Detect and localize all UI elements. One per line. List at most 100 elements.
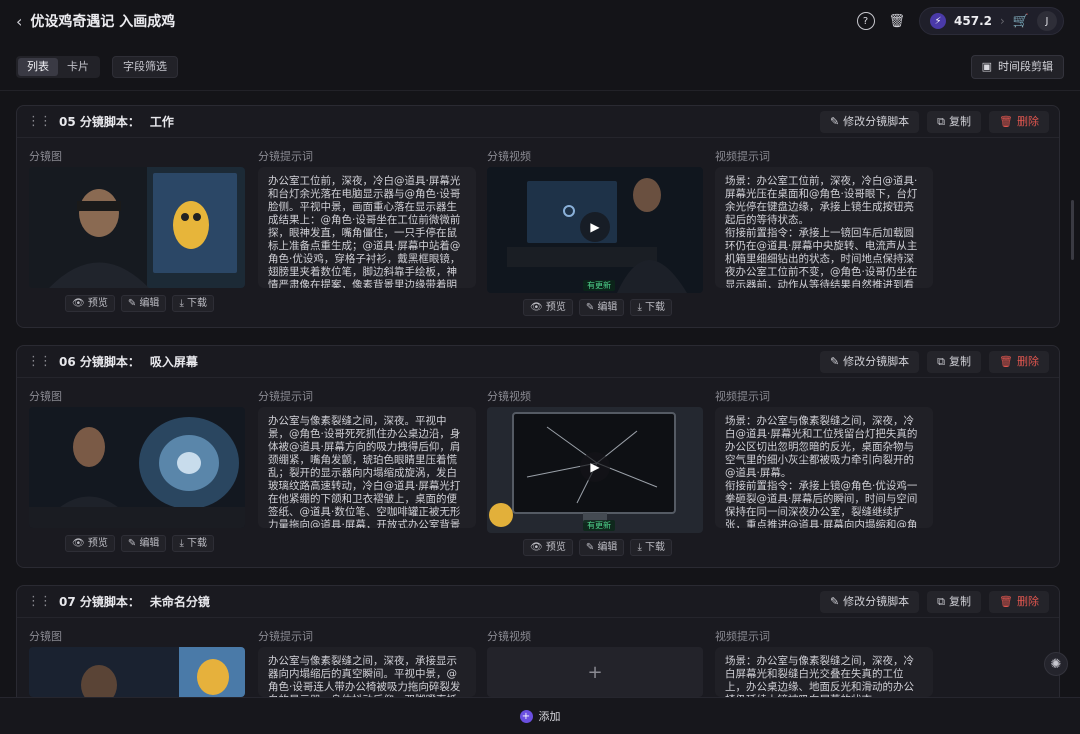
copy-icon: ⧉ [937, 114, 946, 128]
copy-button[interactable]: ⧉ 复制 [927, 110, 982, 133]
trash-icon: 🗑 [999, 594, 1013, 608]
edit-button[interactable]: ✎ 编辑 [120, 295, 167, 312]
updated-badge: 有更新 [583, 520, 615, 531]
download-button[interactable]: ⤓ 下载 [630, 299, 673, 316]
image-actions: 👁 预览 ✎ 编辑 ⤓ 下载 [65, 535, 215, 552]
delete-button[interactable]: 🗑 删除 [989, 110, 1049, 133]
edit-script-button[interactable]: ✎ 修改分镜脚本 [819, 590, 920, 613]
project-title: 优设鸡奇遇记 入画成鸡 [30, 14, 176, 30]
preview-button[interactable]: 👁 预览 [523, 539, 573, 556]
help-icon[interactable]: ? [856, 12, 875, 30]
preview-button[interactable]: 👁 预览 [65, 295, 115, 312]
view-switch: 列表 卡片 [16, 56, 100, 78]
scene-header: ⋮⋮ 07 分镜脚本： 未命名分镜 ✎ 修改分镜脚本 ⧉ 复制 🗑 删除 [17, 586, 1059, 618]
edit-script-button[interactable]: ✎ 修改分镜脚本 [819, 350, 920, 373]
storyboard-image[interactable] [29, 647, 245, 697]
storyboard-prompt-label: 分镜提示词 [258, 630, 313, 643]
top-bar: ‹ 优设鸡奇遇记 入画成鸡 ? 🗑 ⚡ 457.2 › 🛒 J [0, 0, 1080, 42]
pencil-icon: ✎ [829, 354, 840, 368]
avatar[interactable]: J [1037, 11, 1057, 31]
video-prompt-label: 视频提示词 [715, 150, 770, 163]
film-icon: ▣ [981, 60, 992, 73]
storyboard-video-label: 分镜视频 [487, 150, 531, 163]
plus-icon: + [519, 709, 533, 723]
storyboard-prompt-label: 分镜提示词 [258, 150, 313, 163]
edit-button[interactable]: ✎ 编辑 [578, 539, 625, 556]
bottom-add-bar[interactable]: + 添加 [0, 697, 1080, 734]
scene-card: ⋮⋮ 05 分镜脚本： 工作 ✎ 修改分镜脚本 ⧉ 复制 🗑 删除 分镜图 分镜提示词 … [16, 105, 1060, 328]
video-actions: 👁 预览 ✎ 编辑 ⤓ 下载 [523, 539, 673, 556]
scene-title: 07 分镜脚本： 未命名分镜 [59, 595, 210, 609]
video-prompt-text[interactable]: 场景：办公室与像素裂缝之间，深夜，冷白屏幕光和裂缝白光交叠在失真的工位上，办公桌… [715, 647, 933, 697]
play-icon[interactable]: ▶ [580, 212, 610, 242]
lightning-icon: ⚡ [930, 13, 947, 29]
time-edit-button[interactable]: ▣ 时间段剪辑 [970, 55, 1064, 79]
play-icon[interactable]: ▶ [580, 452, 610, 482]
topbar-actions: ? 🗑 ⚡ 457.2 › 🛒 J [856, 7, 1064, 35]
trash-icon[interactable]: 🗑 [889, 14, 906, 29]
scene-title: 05 分镜脚本： 工作 [59, 115, 174, 129]
storyboard-video-label: 分镜视频 [487, 630, 531, 643]
download-button[interactable]: ⤓ 下载 [172, 535, 215, 552]
scene-title: 06 分镜脚本： 吸入屏幕 [59, 355, 198, 369]
delete-button[interactable]: 🗑 删除 [989, 350, 1049, 373]
video-prompt-text[interactable]: 场景：办公室工位前，深夜，冷白@道具·屏幕光压在桌面和@角色·设哥眼下，台灯余光… [715, 167, 933, 288]
time-edit-label: 时间段剪辑 [998, 60, 1053, 73]
download-button[interactable]: ⤓ 下载 [630, 539, 673, 556]
trash-icon: 🗑 [999, 354, 1013, 368]
image-prompt-text[interactable]: 办公室与像素裂缝之间，深夜。平视中景，@角色·设哥死死抓住办公桌边沿，身体被@道… [258, 407, 476, 528]
scene-actions: ✎ 修改分镜脚本 ⧉ 复制 🗑 删除 [819, 110, 1049, 133]
trash-icon: 🗑 [999, 114, 1013, 128]
cart-icon[interactable]: 🛒 [1013, 14, 1029, 29]
scene-header: ⋮⋮ 06 分镜脚本： 吸入屏幕 ✎ 修改分镜脚本 ⧉ 复制 🗑 删除 [17, 346, 1059, 378]
plus-icon: + [587, 661, 603, 683]
storyboard-prompt-label: 分镜提示词 [258, 390, 313, 403]
updated-badge: 有更新 [583, 280, 615, 291]
chevron-left-icon[interactable]: ‹ [16, 12, 22, 31]
storyboard-image[interactable] [29, 407, 245, 528]
edit-button[interactable]: ✎ 编辑 [578, 299, 625, 316]
video-prompt-label: 视频提示词 [715, 390, 770, 403]
image-prompt-text[interactable]: 办公室与像素裂缝之间，深夜，承接显示器向内塌缩后的真空瞬间。平视中景，@角色·设… [258, 647, 476, 697]
preview-button[interactable]: 👁 预览 [65, 535, 115, 552]
download-button[interactable]: ⤓ 下载 [172, 295, 215, 312]
storyboard-image[interactable] [29, 167, 245, 288]
credit-amount: 457.2 [954, 14, 992, 28]
copy-button[interactable]: ⧉ 复制 [927, 350, 982, 373]
pencil-icon: ✎ [829, 114, 840, 128]
view-card-tab[interactable]: 卡片 [58, 58, 98, 76]
add-video-placeholder[interactable]: + [487, 647, 703, 697]
drag-handle-icon[interactable]: ⋮⋮ [27, 114, 52, 129]
scrollbar[interactable] [1071, 200, 1074, 260]
view-toolbar: 列表 卡片 字段筛选 ▣ 时间段剪辑 [16, 55, 1064, 79]
scene-card: ⋮⋮ 07 分镜脚本： 未命名分镜 ✎ 修改分镜脚本 ⧉ 复制 🗑 删除 分镜图 分镜提… [16, 585, 1060, 715]
copy-icon: ⧉ [937, 354, 946, 368]
storyboard-image-label: 分镜图 [29, 390, 62, 403]
edit-script-button[interactable]: ✎ 修改分镜脚本 [819, 110, 920, 133]
video-actions: 👁 预览 ✎ 编辑 ⤓ 下载 [523, 299, 673, 316]
field-filter-button[interactable]: 字段筛选 [112, 56, 178, 78]
drag-handle-icon[interactable]: ⋮⋮ [27, 354, 52, 369]
scene-card: ⋮⋮ 06 分镜脚本： 吸入屏幕 ✎ 修改分镜脚本 ⧉ 复制 🗑 删除 分镜图 分镜提示… [16, 345, 1060, 568]
scene-actions: ✎ 修改分镜脚本 ⧉ 复制 🗑 删除 [819, 350, 1049, 373]
copy-button[interactable]: ⧉ 复制 [927, 590, 982, 613]
storyboard-image-label: 分镜图 [29, 150, 62, 163]
delete-button[interactable]: 🗑 删除 [989, 590, 1049, 613]
storyboard-image-label: 分镜图 [29, 630, 62, 643]
view-list-tab[interactable]: 列表 [18, 58, 58, 76]
scene-actions: ✎ 修改分镜脚本 ⧉ 复制 🗑 删除 [819, 590, 1049, 613]
image-prompt-text[interactable]: 办公室工位前，深夜，冷白@道具·屏幕光和台灯余光落在电脑显示器与@角色·设哥脸侧… [258, 167, 476, 288]
settings-icon[interactable]: ✺ [1044, 652, 1068, 676]
copy-icon: ⧉ [937, 594, 946, 608]
edit-button[interactable]: ✎ 编辑 [120, 535, 167, 552]
scene-header: ⋮⋮ 05 分镜脚本： 工作 ✎ 修改分镜脚本 ⧉ 复制 🗑 删除 [17, 106, 1059, 138]
chevron-right-icon: › [1000, 14, 1005, 28]
credit-balance[interactable]: ⚡ 457.2 › 🛒 J [919, 7, 1064, 35]
image-actions: 👁 预览 ✎ 编辑 ⤓ 下载 [65, 295, 215, 312]
drag-handle-icon[interactable]: ⋮⋮ [27, 594, 52, 609]
video-prompt-text[interactable]: 场景：办公室与像素裂缝之间，深夜，冷白@道具·屏幕光和工位残留台灯把失真的办公区… [715, 407, 933, 528]
video-prompt-label: 视频提示词 [715, 630, 770, 643]
preview-button[interactable]: 👁 预览 [523, 299, 573, 316]
pencil-icon: ✎ [829, 594, 840, 608]
storyboard-video-label: 分镜视频 [487, 390, 531, 403]
